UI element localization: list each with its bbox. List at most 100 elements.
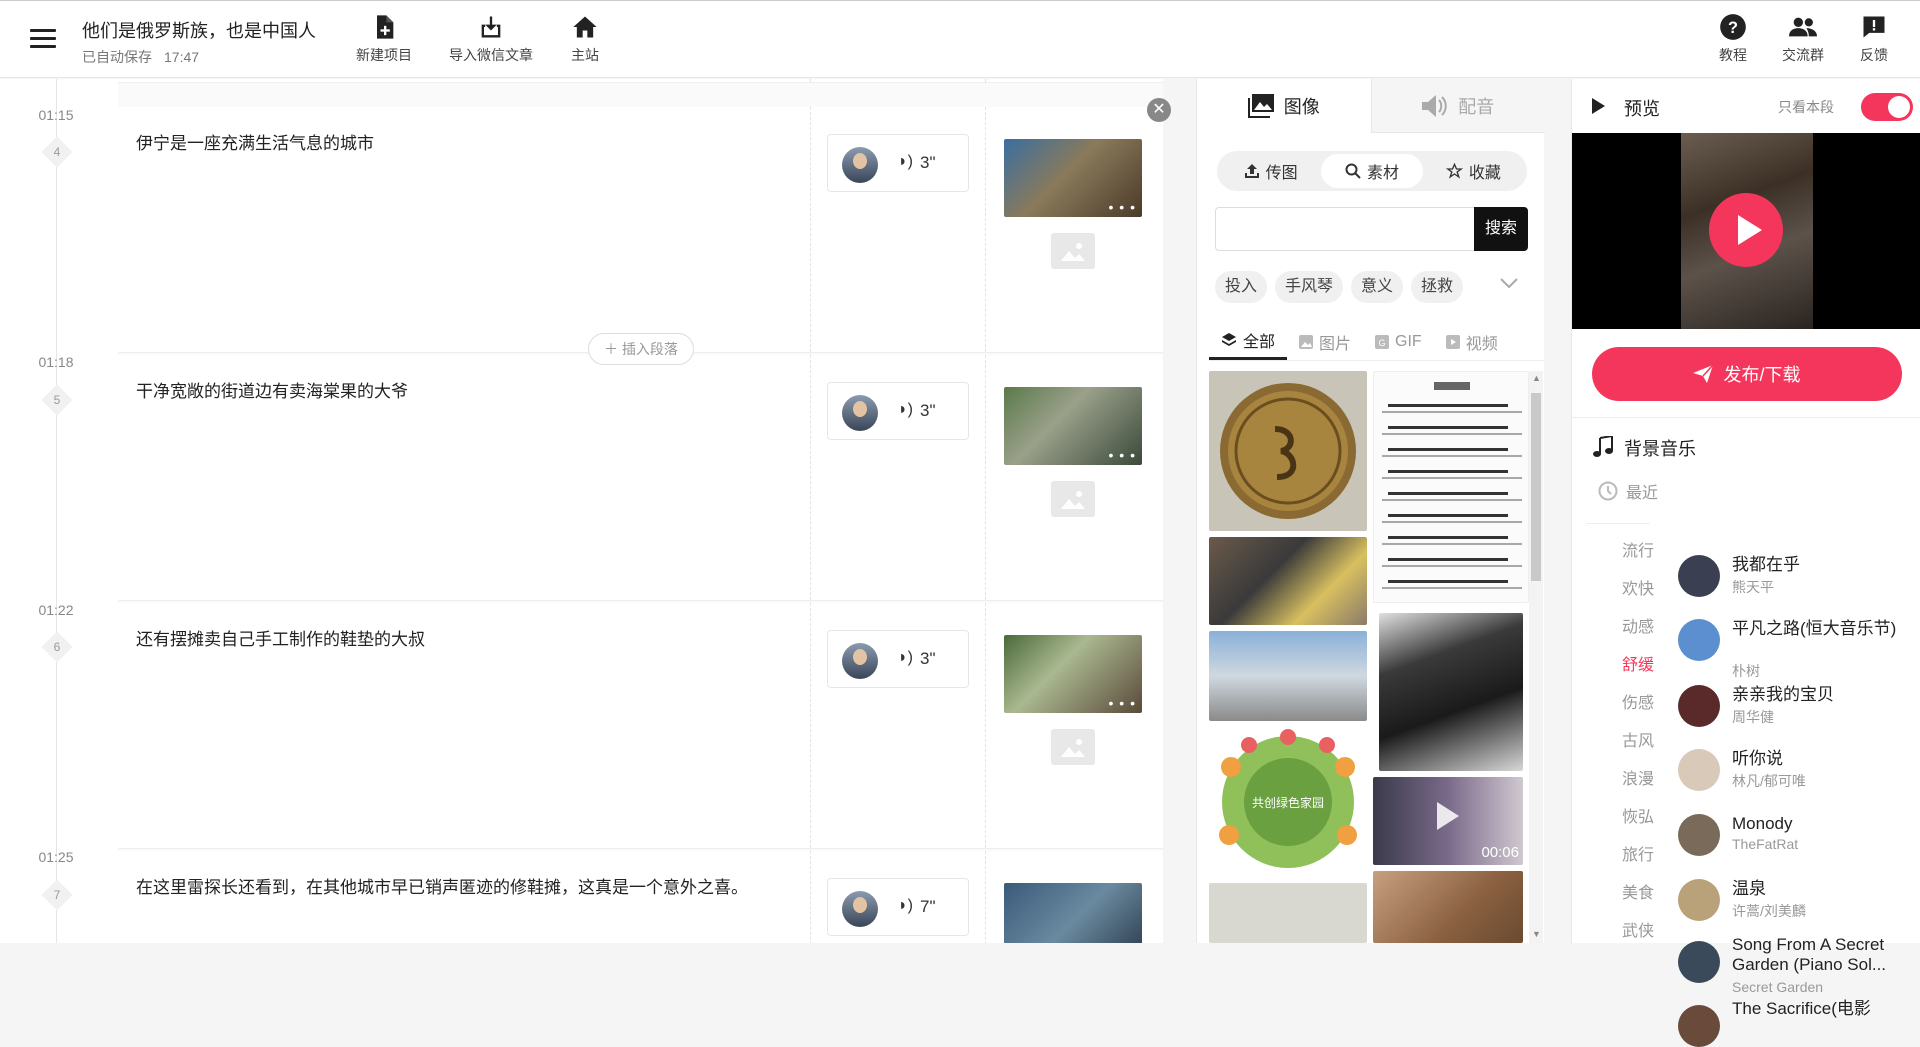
media-item-video[interactable]: 00:06 <box>1373 777 1523 865</box>
chevron-down-icon[interactable] <box>1499 275 1519 296</box>
scroll-down-icon[interactable]: ▼ <box>1532 929 1541 939</box>
media-item-sheet-music[interactable] <box>1373 371 1529 603</box>
bgm-title: 背景音乐 <box>1624 439 1696 459</box>
media-item-sculpture[interactable] <box>1209 883 1367 943</box>
media-item-building[interactable] <box>1209 631 1367 721</box>
search-button[interactable]: 搜索 <box>1474 207 1528 251</box>
keyword-chip[interactable]: 拯救 <box>1411 271 1464 303</box>
song-name: 我都在乎 <box>1732 555 1800 574</box>
project-title[interactable]: 他们是俄罗斯族，也是中国人 <box>82 17 316 43</box>
category-travel[interactable]: 旅行 <box>1622 841 1654 865</box>
category-dynamic[interactable]: 动感 <box>1622 613 1654 637</box>
segment-text[interactable]: 伊宁是一座充满生活气息的城市 <box>136 129 374 154</box>
timeline-index: 5 <box>41 384 73 416</box>
timeline-index: 4 <box>41 136 73 168</box>
only-this-segment-toggle[interactable] <box>1861 93 1913 121</box>
segment-thumbnail[interactable] <box>1004 883 1142 943</box>
song-cover <box>1678 749 1720 791</box>
home-button[interactable]: 主站 <box>571 13 599 65</box>
tutorial-button[interactable]: ? 教程 <box>1719 13 1747 65</box>
column-divider <box>810 851 811 943</box>
preview-panel: 预览 只看本段 发布/下载 背景音乐 最近 流行 欢快 动感 舒缓 伤感 古风 … <box>1571 79 1920 1047</box>
segment-thumbnail[interactable]: • • • <box>1004 387 1142 465</box>
song-artist: TheFatRat <box>1732 836 1799 852</box>
publish-download-button[interactable]: 发布/下载 <box>1592 347 1902 401</box>
category-ancient[interactable]: 古风 <box>1622 727 1654 751</box>
column-divider <box>985 603 986 848</box>
segment-text[interactable]: 干净宽敞的街道边有卖海棠果的大爷 <box>136 377 408 402</box>
filter-gif[interactable]: G GIF <box>1363 323 1434 360</box>
media-item-coin[interactable] <box>1209 371 1367 531</box>
voice-selector[interactable]: ◗) 3" <box>827 134 969 192</box>
scroll-thumb[interactable] <box>1531 393 1541 581</box>
gif-icon: G <box>1375 334 1390 349</box>
preview-header: 预览 只看本段 <box>1572 79 1920 133</box>
segment-text[interactable]: 还有摆摊卖自己手工制作的鞋垫的大叔 <box>136 625 425 650</box>
media-item-worker[interactable] <box>1209 537 1367 625</box>
tab-audio-label: 配音 <box>1458 96 1495 117</box>
segment-row[interactable]: 还有摆摊卖自己手工制作的鞋垫的大叔 ◗) 3" • • • <box>118 603 1163 849</box>
media-scrollbar[interactable]: ▲ ▼ <box>1529 371 1543 943</box>
image-placeholder-icon <box>1061 491 1085 509</box>
segment-thumbnail[interactable]: • • • <box>1004 635 1142 713</box>
category-recent[interactable]: 最近 <box>1598 479 1658 503</box>
feedback-button[interactable]: 反馈 <box>1860 13 1888 65</box>
upload-option[interactable]: 传图 <box>1220 154 1321 188</box>
category-romantic[interactable]: 浪漫 <box>1622 765 1654 789</box>
voice-selector[interactable]: ◗) 3" <box>827 382 969 440</box>
insert-paragraph-label: 插入段落 <box>621 341 678 357</box>
more-dots-icon[interactable]: • • • <box>1109 695 1136 711</box>
segment-text[interactable]: 在这里雷探长还看到，在其他城市早已销声匿迹的修鞋摊，这真是一个意外之喜。 <box>136 873 748 898</box>
segment-thumbnail[interactable]: • • • <box>1004 139 1142 217</box>
material-option[interactable]: 素材 <box>1321 154 1423 188</box>
tab-audio[interactable]: 配音 <box>1370 79 1545 133</box>
media-item-painting[interactable] <box>1373 871 1523 943</box>
tab-image[interactable]: 图像 <box>1197 79 1371 133</box>
insert-paragraph-button[interactable]: ＋ 插入段落 <box>588 333 694 365</box>
media-item-fashion[interactable] <box>1379 613 1523 771</box>
keyword-chip[interactable]: 投入 <box>1215 271 1268 303</box>
new-project-button[interactable]: 新建项目 <box>356 13 412 65</box>
song-cover <box>1678 685 1720 727</box>
voice-selector[interactable]: ◗) 7" <box>827 878 969 936</box>
add-image-button[interactable] <box>1051 729 1095 765</box>
image-placeholder-icon <box>1061 243 1085 261</box>
category-soothing[interactable]: 舒缓 <box>1622 651 1654 675</box>
filter-pictures[interactable]: 图片 <box>1287 323 1363 360</box>
close-icon[interactable]: ✕ <box>1147 98 1171 122</box>
autosave-status: 已自动保存 17:47 <box>82 47 199 67</box>
filter-all[interactable]: 全部 <box>1209 323 1288 360</box>
search-input[interactable] <box>1215 207 1475 251</box>
segment-row <box>118 79 1163 83</box>
home-label: 主站 <box>571 47 599 63</box>
favorites-option[interactable]: 收藏 <box>1423 154 1524 188</box>
segment-row[interactable]: 伊宁是一座充满生活气息的城市 ◗) 3" • • • <box>118 107 1163 353</box>
category-grand[interactable]: 恢弘 <box>1622 803 1654 827</box>
voice-duration: 3" <box>920 153 936 172</box>
song-artist: 周华健 <box>1732 709 1774 725</box>
category-pop[interactable]: 流行 <box>1622 537 1654 561</box>
preview-video[interactable] <box>1572 133 1920 329</box>
segment-row[interactable]: 干净宽敞的街道边有卖海棠果的大爷 ◗) 3" • • • <box>118 355 1163 601</box>
filter-gif-label: GIF <box>1395 332 1422 350</box>
add-image-button[interactable] <box>1051 233 1095 269</box>
menu-icon[interactable] <box>30 29 56 49</box>
scroll-up-icon[interactable]: ▲ <box>1532 373 1541 383</box>
keyword-chip[interactable]: 手风琴 <box>1275 271 1344 303</box>
media-item-green-poster[interactable]: 共创绿色家园 <box>1209 727 1367 877</box>
category-sad[interactable]: 伤感 <box>1622 689 1654 713</box>
play-button[interactable] <box>1709 193 1783 267</box>
voice-selector[interactable]: ◗) 3" <box>827 630 969 688</box>
community-button[interactable]: 交流群 <box>1782 13 1824 65</box>
keyword-chip[interactable]: 意义 <box>1351 271 1404 303</box>
preview-title: 预览 <box>1624 99 1660 119</box>
category-wuxia[interactable]: 武侠 <box>1622 917 1654 941</box>
import-wechat-button[interactable]: 导入微信文章 <box>449 13 533 65</box>
category-cheerful[interactable]: 欢快 <box>1622 575 1654 599</box>
filter-video[interactable]: 视频 <box>1434 323 1510 360</box>
more-dots-icon[interactable]: • • • <box>1109 447 1136 463</box>
add-image-button[interactable] <box>1051 481 1095 517</box>
category-food[interactable]: 美食 <box>1622 879 1654 903</box>
more-dots-icon[interactable]: • • • <box>1109 199 1136 215</box>
segment-row[interactable]: 在这里雷探长还看到，在其他城市早已销声匿迹的修鞋摊，这真是一个意外之喜。 ◗) … <box>118 851 1163 943</box>
